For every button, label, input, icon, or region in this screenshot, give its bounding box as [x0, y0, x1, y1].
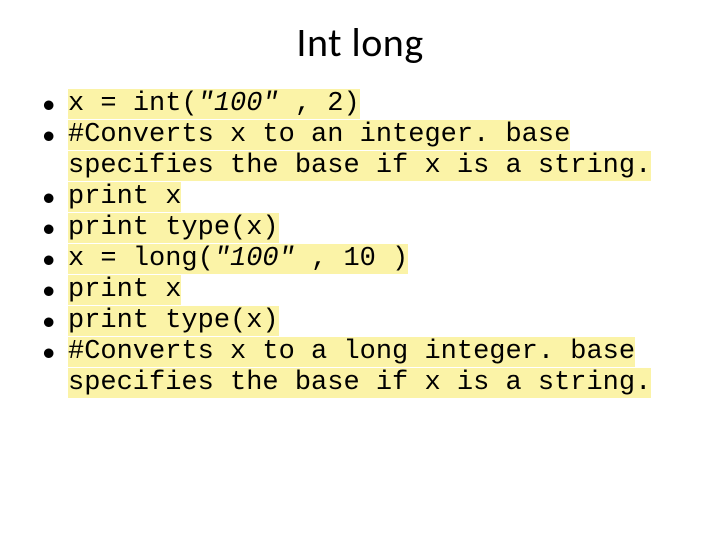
list-item: x = long("100" , 10 ) [40, 244, 690, 275]
highlight-span: #Converts x to an integer. base specifie… [68, 120, 651, 181]
code-text: "100" [214, 244, 311, 274]
code-text: print x [68, 275, 181, 305]
bullet-list: x = int("100" , 2)#Converts x to an inte… [40, 89, 690, 399]
slide-title: Int long [30, 18, 690, 67]
list-item: #Converts x to an integer. base specifie… [40, 120, 690, 182]
list-item: print type(x) [40, 306, 690, 337]
code-text: "100" [198, 89, 295, 119]
code-text: long( [133, 244, 214, 274]
code-text: print x [68, 182, 181, 212]
highlight-span: #Converts x to a long integer. base spec… [68, 337, 651, 398]
highlight-span: print type(x) [68, 306, 279, 336]
list-item: print x [40, 275, 690, 306]
code-text: , 10 ) [311, 244, 408, 274]
list-item: print x [40, 182, 690, 213]
code-text: #Converts x to a long integer. base spec… [68, 337, 651, 398]
highlight-span: x = int("100" , 2) [68, 89, 360, 119]
code-text: #Converts x to an integer. base specifie… [68, 120, 651, 181]
code-text: print type(x) [68, 213, 279, 243]
slide: Int long x = int("100" , 2)#Converts x t… [0, 0, 720, 540]
highlight-span: x = long("100" , 10 ) [68, 244, 408, 274]
code-text: print type(x) [68, 306, 279, 336]
list-item: print type(x) [40, 213, 690, 244]
highlight-span: print x [68, 275, 181, 305]
code-text: int( [133, 89, 198, 119]
code-text: x = [68, 244, 133, 274]
list-item: #Converts x to a long integer. base spec… [40, 337, 690, 399]
highlight-span: print type(x) [68, 213, 279, 243]
code-text: , 2) [295, 89, 360, 119]
list-item: x = int("100" , 2) [40, 89, 690, 120]
highlight-span: print x [68, 182, 181, 212]
code-text: x = [68, 89, 133, 119]
